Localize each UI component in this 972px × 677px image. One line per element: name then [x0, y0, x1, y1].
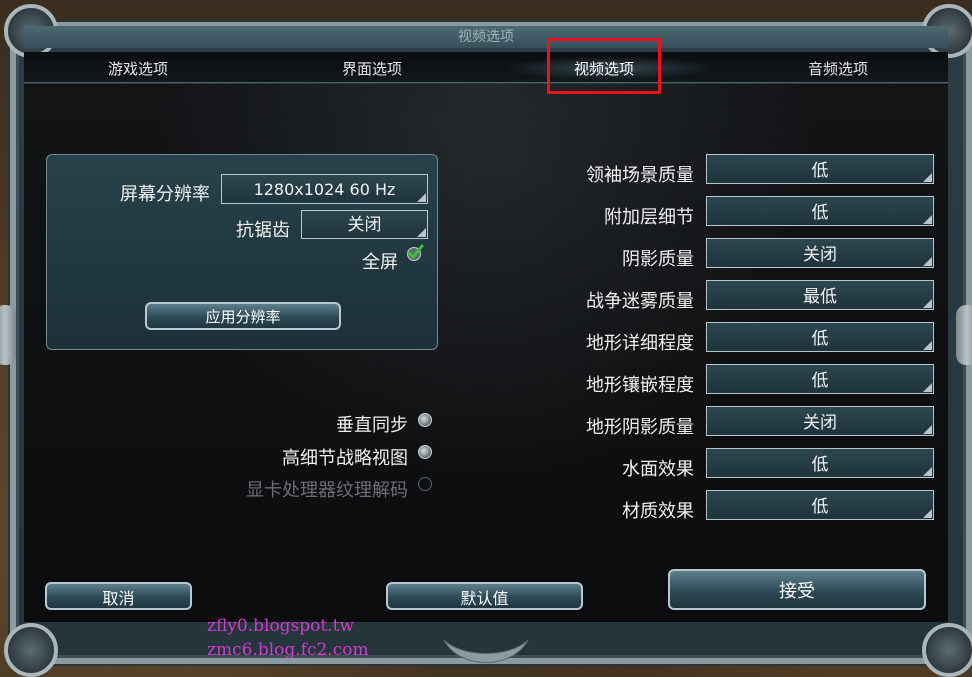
quality-label: 地形镶嵌程度	[586, 375, 694, 396]
watermark-line: zfly0.blogspot.tw	[207, 616, 355, 636]
frame-side-ornament	[0, 305, 16, 365]
antialias-label: 抗锯齿	[236, 220, 290, 241]
accept-button[interactable]: 接受	[668, 569, 926, 610]
quality-label: 阴影质量	[622, 249, 694, 270]
quality-dropdown[interactable]: 低	[706, 322, 934, 352]
resolution-label: 屏幕分辨率	[120, 184, 210, 205]
window-title: 视频选项	[24, 26, 948, 48]
gpu-texture-decode-radio[interactable]	[418, 477, 432, 491]
high-detail-strategic-view-radio[interactable]	[418, 445, 432, 459]
quality-label: 地形阴影质量	[586, 417, 694, 438]
antialias-dropdown[interactable]: 关闭	[301, 210, 428, 239]
quality-dropdown[interactable]: 低	[706, 154, 934, 184]
gpu-texture-decode-label: 显卡处理器纹理解码	[246, 480, 408, 501]
tab-game-options[interactable]: 游戏选项	[58, 52, 218, 82]
bottom-ornament	[443, 639, 529, 663]
quality-label: 材质效果	[622, 501, 694, 522]
quality-dropdown[interactable]: 低	[706, 364, 934, 394]
frame-corner-ornament	[4, 623, 58, 677]
quality-dropdown[interactable]: 低	[706, 448, 934, 478]
quality-dropdown[interactable]: 关闭	[706, 406, 934, 436]
default-button[interactable]: 默认值	[386, 582, 583, 610]
apply-resolution-button[interactable]: 应用分辨率	[145, 302, 341, 330]
quality-label: 水面效果	[622, 459, 694, 480]
quality-dropdown[interactable]: 低	[706, 196, 934, 226]
quality-label: 附加层细节	[604, 207, 694, 228]
tab-interface-options[interactable]: 界面选项	[292, 52, 452, 82]
frame-corner-ornament	[922, 623, 972, 677]
quality-dropdown[interactable]: 最低	[706, 280, 934, 310]
vsync-label: 垂直同步	[336, 415, 408, 436]
vsync-radio[interactable]	[418, 413, 432, 427]
fullscreen-checkbox[interactable]	[406, 244, 424, 262]
frame-side-ornament	[956, 305, 972, 365]
cancel-button[interactable]: 取消	[45, 582, 192, 610]
quality-dropdown[interactable]: 关闭	[706, 238, 934, 268]
tab-audio-options[interactable]: 音频选项	[758, 52, 918, 82]
watermark-line: zmc6.blog.fc2.com	[207, 640, 369, 660]
resolution-dropdown[interactable]: 1280x1024 60 Hz	[221, 174, 428, 204]
quality-label: 地形详细程度	[586, 333, 694, 354]
high-detail-strategic-view-label: 高细节战略视图	[282, 448, 408, 469]
quality-label: 领袖场景质量	[586, 165, 694, 186]
fullscreen-label: 全屏	[362, 252, 398, 273]
quality-dropdown[interactable]: 低	[706, 490, 934, 520]
highlight-box	[547, 38, 661, 94]
quality-label: 战争迷雾质量	[586, 291, 694, 312]
